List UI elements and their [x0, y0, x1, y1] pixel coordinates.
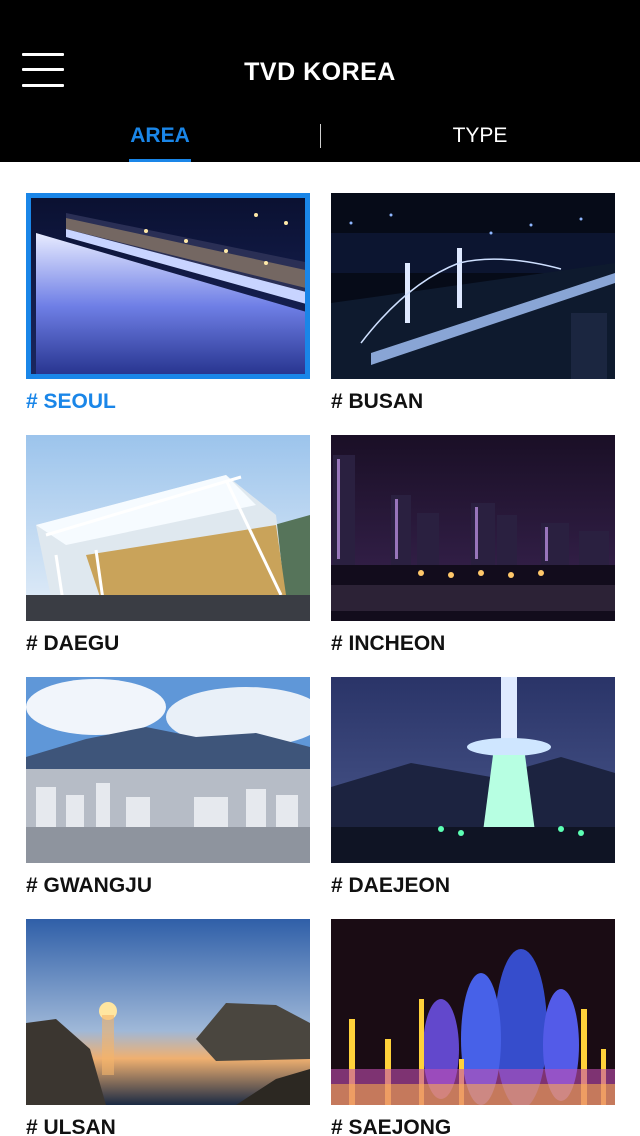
area-card-daejeon[interactable]: # DAEJEON [331, 677, 615, 899]
area-label-saejong: # SAEJONG [331, 1116, 452, 1136]
area-card-gwangju[interactable]: # GWANGJU [26, 677, 310, 899]
area-label-daejeon: # DAEJEON [331, 874, 451, 897]
saejong-photo [331, 919, 615, 1105]
area-label-busan: # BUSAN [331, 390, 424, 413]
tab-area-label: AREA [130, 124, 190, 147]
incheon-photo [331, 435, 615, 621]
area-label-gwangju: # GWANGJU [26, 874, 153, 897]
seoul-photo [26, 193, 310, 379]
ulsan-photo [26, 919, 310, 1105]
area-label-incheon: # INCHEON [331, 632, 446, 655]
area-card-incheon[interactable]: # INCHEON [331, 435, 615, 657]
gwangju-photo [26, 677, 310, 863]
daegu-photo [26, 435, 310, 621]
tab-type-label: TYPE [452, 124, 508, 147]
area-card-seoul[interactable]: # SEOUL [26, 193, 310, 415]
area-card-busan[interactable]: # BUSAN [331, 193, 615, 415]
tab-area[interactable]: AREA [0, 112, 320, 162]
area-label-seoul: # SEOUL [26, 390, 116, 413]
tab-bar: AREA TYPE [0, 112, 640, 162]
area-label-ulsan: # ULSAN [26, 1116, 116, 1136]
area-label-daegu: # DAEGU [26, 632, 120, 655]
app-title: TVD KOREA [244, 58, 396, 86]
area-card-saejong[interactable]: # SAEJONG [331, 919, 615, 1136]
busan-photo [331, 193, 615, 379]
area-grid: # SEOUL # BUSAN # DAEGU # INCHEON # GWAN… [0, 162, 640, 1136]
area-card-ulsan[interactable]: # ULSAN [26, 919, 310, 1136]
area-card-daegu[interactable]: # DAEGU [26, 435, 310, 657]
app-header: TVD KOREA AREA TYPE [0, 0, 640, 162]
daejeon-photo [331, 677, 615, 863]
tab-type[interactable]: TYPE [320, 112, 640, 162]
